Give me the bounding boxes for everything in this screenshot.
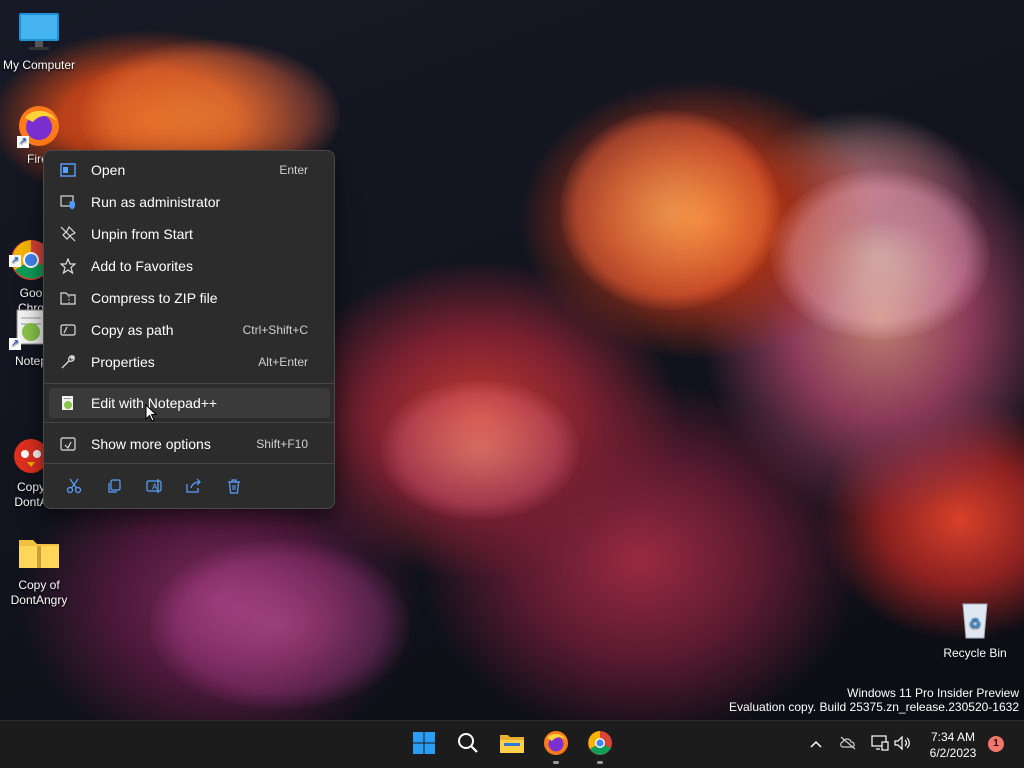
recycle-bin-icon: ♻ xyxy=(953,598,997,642)
clock-time: 7:34 AM xyxy=(930,730,976,744)
desktop-icon-copy-of-dontangry[interactable]: Copy of DontAngry xyxy=(0,500,78,623)
taskbar: 7:34 AM 6/2/2023 xyxy=(0,720,1024,768)
display-icon xyxy=(871,734,889,756)
volume-tray-button[interactable] xyxy=(893,735,913,755)
shortcut-arrow-icon: ↗ xyxy=(9,338,21,350)
svg-text:♻: ♻ xyxy=(969,615,982,631)
more-options-icon xyxy=(59,435,77,453)
menu-separator xyxy=(44,422,334,423)
shortcut-arrow-icon: ↗ xyxy=(17,136,29,148)
svg-text:A: A xyxy=(152,483,158,492)
desktop-icon-label: Recycle Bin xyxy=(943,646,1007,660)
desktop-icon-label: Copy of DontAngry xyxy=(10,578,68,607)
menu-item-shortcut: Alt+Enter xyxy=(258,355,308,369)
taskbar-chrome[interactable] xyxy=(584,729,616,764)
desktop-icon-label: My Computer xyxy=(2,58,76,72)
zip-folder-icon xyxy=(17,515,61,568)
wrench-icon xyxy=(59,353,77,371)
cut-icon[interactable] xyxy=(54,473,94,499)
clock-date: 6/2/2023 xyxy=(929,746,977,760)
shortcut-arrow-icon: ↗ xyxy=(9,255,21,267)
menu-item-show-more-options[interactable]: Show more options Shift+F10 xyxy=(49,429,330,459)
menu-item-shortcut: Shift+F10 xyxy=(256,437,308,451)
network-tray-button[interactable] xyxy=(870,734,890,756)
menu-item-label: Add to Favorites xyxy=(91,258,193,274)
shield-icon xyxy=(59,193,77,211)
firefox-icon xyxy=(543,730,569,761)
unpin-icon xyxy=(59,225,77,243)
search-icon xyxy=(456,731,480,760)
network-off-icon xyxy=(839,736,857,755)
taskbar-firefox[interactable] xyxy=(540,729,572,764)
delete-icon[interactable] xyxy=(214,473,254,499)
copy-icon[interactable] xyxy=(94,473,134,499)
context-menu: Open Enter Run as administrator Unpin fr… xyxy=(43,150,335,509)
chevron-up-icon xyxy=(809,736,823,754)
menu-item-shortcut: Ctrl+Shift+C xyxy=(242,323,308,337)
menu-item-unpin-from-start[interactable]: Unpin from Start xyxy=(49,219,330,249)
menu-item-label: Properties xyxy=(91,354,155,370)
running-indicator xyxy=(597,761,603,764)
open-icon xyxy=(59,161,77,179)
taskbar-search-button[interactable] xyxy=(452,729,484,761)
watermark-line-2: Evaluation copy. Build 25375.zn_release.… xyxy=(729,700,1019,714)
path-icon xyxy=(59,321,77,339)
chrome-icon xyxy=(587,730,613,761)
start-button[interactable] xyxy=(408,729,440,761)
menu-item-label: Open xyxy=(91,162,126,178)
taskbar-file-explorer[interactable] xyxy=(496,729,528,761)
wallpaper-ribbon xyxy=(380,380,580,520)
monitor-icon xyxy=(17,10,61,54)
menu-item-add-to-favorites[interactable]: Add to Favorites xyxy=(49,251,330,281)
rename-icon[interactable]: A xyxy=(134,473,174,499)
watermark-line-1: Windows 11 Pro Insider Preview xyxy=(847,686,1019,700)
onedrive-tray-button[interactable] xyxy=(838,735,858,755)
wallpaper-ribbon xyxy=(770,170,990,340)
menu-item-run-as-administrator[interactable]: Run as administrator xyxy=(49,187,330,217)
star-icon xyxy=(59,257,77,275)
menu-item-label: Compress to ZIP file xyxy=(91,290,218,306)
notepadpp-icon xyxy=(59,394,77,412)
desktop-icon-recycle-bin[interactable]: ♻ Recycle Bin xyxy=(936,598,1014,661)
menu-item-properties[interactable]: Properties Alt+Enter xyxy=(49,347,330,377)
menu-item-compress-to-zip[interactable]: Compress to ZIP file xyxy=(49,283,330,313)
volume-icon xyxy=(894,735,912,756)
start-icon xyxy=(412,731,436,760)
desktop-icon-my-computer[interactable]: My Computer xyxy=(0,10,78,73)
evaluation-watermark: Windows 11 Pro Insider Preview Evaluatio… xyxy=(729,686,1019,714)
wallpaper-ribbon xyxy=(560,110,780,310)
firefox-icon: ↗ xyxy=(17,104,61,148)
running-indicator xyxy=(553,761,559,764)
menu-item-shortcut: Enter xyxy=(279,163,308,177)
menu-item-label: Run as administrator xyxy=(91,194,221,210)
context-menu-toolbar: A xyxy=(54,473,254,499)
menu-item-label: Edit with Notepad++ xyxy=(91,395,218,411)
menu-separator xyxy=(44,383,334,384)
menu-separator xyxy=(44,463,334,464)
menu-item-label: Copy as path xyxy=(91,322,174,338)
share-icon[interactable] xyxy=(174,473,214,499)
file-explorer-icon xyxy=(499,732,525,759)
menu-item-label: Unpin from Start xyxy=(91,226,193,242)
menu-item-copy-as-path[interactable]: Copy as path Ctrl+Shift+C xyxy=(49,315,330,345)
menu-item-label: Show more options xyxy=(91,436,211,452)
taskbar-clock[interactable]: 7:34 AM 6/2/2023 xyxy=(916,729,990,761)
wallpaper-ribbon xyxy=(150,540,410,710)
notification-badge[interactable]: 1 xyxy=(988,736,1004,752)
menu-item-edit-with-notepadpp[interactable]: Edit with Notepad++ xyxy=(49,388,330,418)
mouse-cursor-icon xyxy=(145,403,158,427)
menu-item-open[interactable]: Open Enter xyxy=(49,155,330,185)
show-hidden-icons-button[interactable] xyxy=(806,735,826,755)
zip-icon xyxy=(59,289,77,307)
